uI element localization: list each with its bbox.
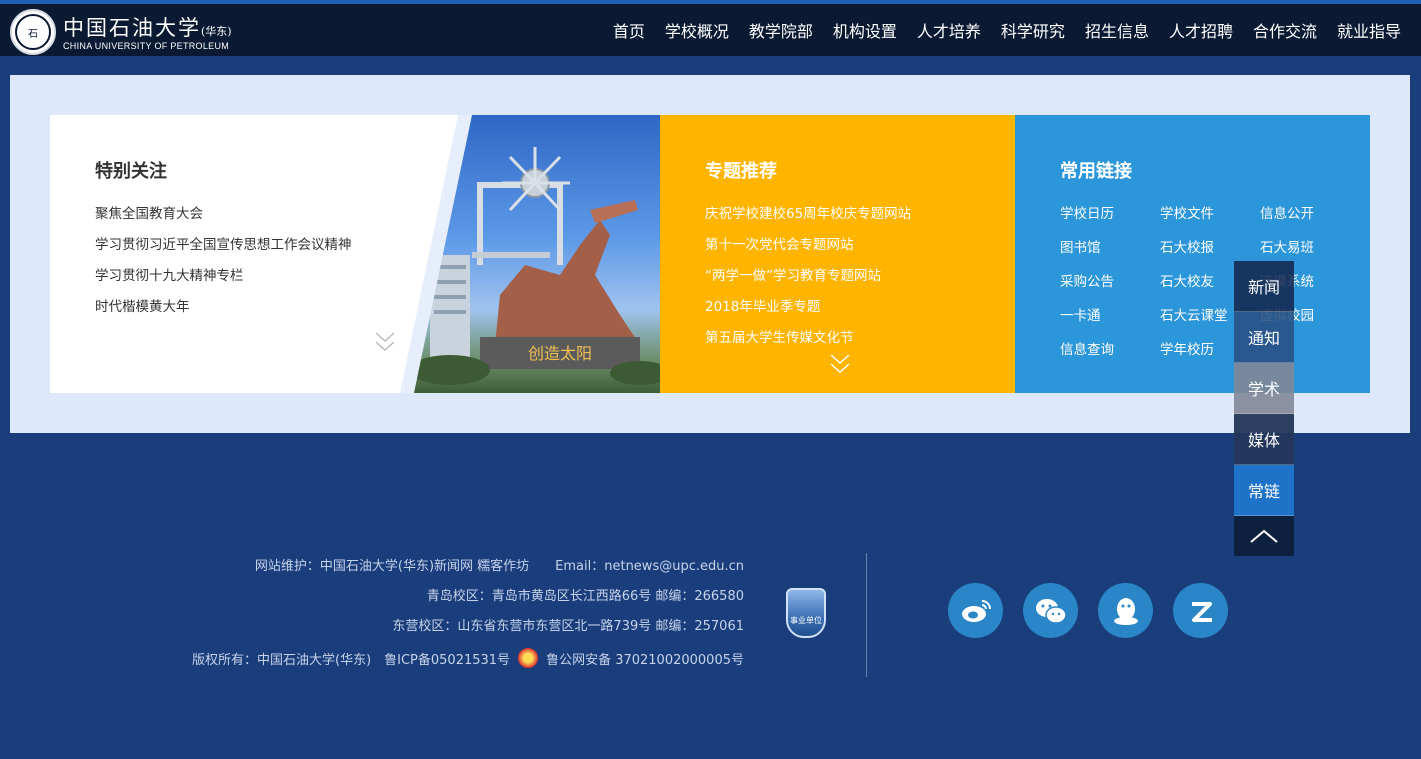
qq-glyph xyxy=(1113,597,1138,625)
special-focus-title: 特别关注 xyxy=(95,161,167,182)
common-links-title: 常用链接 xyxy=(1060,161,1132,182)
badge-label: 事业单位 xyxy=(790,616,822,625)
institution-badge[interactable]: 事业单位 xyxy=(786,588,826,638)
list-item[interactable]: 第十一次党代会专题网站 xyxy=(705,236,911,267)
topics-title: 专题推荐 xyxy=(705,161,777,182)
topics-card: 专题推荐 庆祝学校建校65周年校庆专题网站 第十一次党代会专题网站 “两学一做”… xyxy=(660,115,1015,393)
brand-name-cn[interactable]: 中国石油大学(华东) xyxy=(63,12,232,42)
sculpture-sign: 创造太阳 xyxy=(528,344,592,363)
zhihu-icon[interactable] xyxy=(1173,583,1228,638)
nav-education[interactable]: 人才培养 xyxy=(917,18,981,42)
chevron-down-icon[interactable] xyxy=(830,353,850,375)
list-item[interactable]: “两学一做”学习教育专题网站 xyxy=(705,267,911,298)
link-item[interactable]: 采购公告 xyxy=(1060,273,1160,291)
list-item[interactable]: 第五届大学生传媒文化节 xyxy=(705,329,911,360)
list-item[interactable]: 2018年毕业季专题 xyxy=(705,298,911,329)
side-nav-academic[interactable]: 学术 xyxy=(1234,363,1294,414)
brand-cn-text: 中国石油大学 xyxy=(63,16,201,40)
list-item[interactable]: 庆祝学校建校65周年校庆专题网站 xyxy=(705,205,911,236)
nav-about[interactable]: 学校概况 xyxy=(665,18,729,42)
chevron-down-icon[interactable] xyxy=(375,331,395,353)
nav-cooperation[interactable]: 合作交流 xyxy=(1253,18,1317,42)
link-item[interactable]: 学校文件 xyxy=(1160,205,1260,223)
side-nav-notice[interactable]: 通知 xyxy=(1234,312,1294,363)
nav-recruitment[interactable]: 人才招聘 xyxy=(1169,18,1233,42)
link-item[interactable]: 学校日历 xyxy=(1060,205,1160,223)
footer-divider xyxy=(866,553,867,677)
topics-list: 庆祝学校建校65周年校庆专题网站 第十一次党代会专题网站 “两学一做”学习教育专… xyxy=(705,205,911,360)
link-item[interactable]: 信息查询 xyxy=(1060,341,1160,359)
chevron-up-icon xyxy=(1250,529,1278,543)
link-item[interactable]: 石大校报 xyxy=(1160,239,1260,257)
side-nav-media[interactable]: 媒体 xyxy=(1234,414,1294,465)
nav-organization[interactable]: 机构设置 xyxy=(833,18,897,42)
floating-side-nav: 新闻 通知 学术 媒体 常链 xyxy=(1234,261,1294,556)
main-nav: 首页 学校概况 教学院部 机构设置 人才培养 科学研究 招生信息 人才招聘 合作… xyxy=(593,18,1401,42)
list-item[interactable]: 学习贯彻十九大精神专栏 xyxy=(95,267,352,298)
weibo-glyph xyxy=(961,599,991,622)
nav-schools[interactable]: 教学院部 xyxy=(749,18,813,42)
back-to-top-button[interactable] xyxy=(1234,516,1294,556)
footer-qingdao-address: 青岛校区：青岛市黄岛区长江西路66号 邮编：266580 xyxy=(426,589,744,604)
special-focus-list: 聚焦全国教育大会 学习贯彻习近平全国宣传思想工作会议精神 学习贯彻十九大精神专栏… xyxy=(95,205,352,329)
nav-admission[interactable]: 招生信息 xyxy=(1085,18,1149,42)
wechat-glyph xyxy=(1035,598,1067,624)
logo-emblem-icon: 石 xyxy=(15,14,51,50)
list-item[interactable]: 学习贯彻习近平全国宣传思想工作会议精神 xyxy=(95,236,352,267)
footer-info: 网站维护：中国石油大学(华东)新闻网 糯客作坊 Email：netnews@up… xyxy=(192,558,744,678)
nav-home[interactable]: 首页 xyxy=(613,18,645,42)
qq-icon[interactable] xyxy=(1098,583,1153,638)
footer-dongying-address: 东营校区：山东省东营市东营区北一路739号 邮编：257061 xyxy=(392,619,744,634)
special-focus-card: 特别关注 聚焦全国教育大会 学习贯彻习近平全国宣传思想工作会议精神 学习贯彻十九… xyxy=(50,115,470,393)
footer-public-security[interactable]: 鲁公网安备 37021002000005号 xyxy=(546,653,744,668)
side-nav-links[interactable]: 常链 xyxy=(1234,465,1294,516)
link-item[interactable]: 信息公开 xyxy=(1260,205,1360,223)
wechat-icon[interactable] xyxy=(1023,583,1078,638)
link-item[interactable]: 石大易班 xyxy=(1260,239,1360,257)
university-logo[interactable]: 石 xyxy=(10,9,56,55)
footer-maintenance: 网站维护：中国石油大学(华东)新闻网 糯客作坊 Email：netnews@up… xyxy=(254,559,744,574)
nav-career[interactable]: 就业指导 xyxy=(1337,18,1401,42)
footer-copyright: 版权所有：中国石油大学(华东) 鲁ICP备05021531号 鲁公网安备 3702… xyxy=(192,648,744,678)
police-emblem-icon xyxy=(518,648,539,668)
nav-research[interactable]: 科学研究 xyxy=(1001,18,1065,42)
common-links-grid: 学校日历 学校文件 信息公开 图书馆 石大校报 石大易班 采购公告 石大校友 选… xyxy=(1060,205,1360,359)
brand-name-en: CHINA UNIVERSITY OF PETROLEUM xyxy=(63,41,230,51)
footer-icp[interactable]: 版权所有：中国石油大学(华东) 鲁ICP备05021531号 xyxy=(192,653,510,668)
weibo-icon[interactable] xyxy=(948,583,1003,638)
common-links-card: 常用链接 学校日历 学校文件 信息公开 图书馆 石大校报 石大易班 采购公告 石… xyxy=(1015,115,1370,393)
list-item[interactable]: 时代楷模黄大年 xyxy=(95,298,352,329)
top-header: 石 中国石油大学(华东) CHINA UNIVERSITY OF PETROLE… xyxy=(0,0,1421,56)
brand-cn-sub: (华东) xyxy=(201,25,232,38)
list-item[interactable]: 聚焦全国教育大会 xyxy=(95,205,352,236)
link-item[interactable]: 图书馆 xyxy=(1060,239,1160,257)
zhihu-glyph xyxy=(1191,601,1212,622)
side-nav-news[interactable]: 新闻 xyxy=(1234,261,1294,312)
link-item[interactable]: 一卡通 xyxy=(1060,307,1160,325)
